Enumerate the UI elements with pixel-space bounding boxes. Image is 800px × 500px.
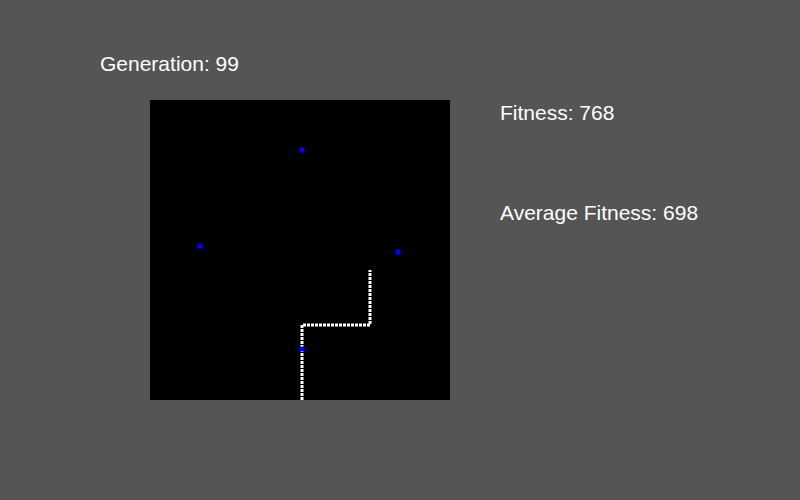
- screen: Generation: 99 Fitness: 768 Average Fitnes…: [0, 0, 800, 500]
- game-board: [150, 100, 450, 400]
- food: [300, 148, 305, 153]
- stat-label: Fitness: 768: [500, 101, 698, 125]
- stat-label: Average Fitness: 698: [500, 201, 698, 225]
- food: [300, 347, 305, 352]
- food: [198, 244, 203, 249]
- generation-label: Generation: 99: [100, 52, 239, 75]
- snake: [302, 270, 370, 400]
- food: [396, 250, 401, 255]
